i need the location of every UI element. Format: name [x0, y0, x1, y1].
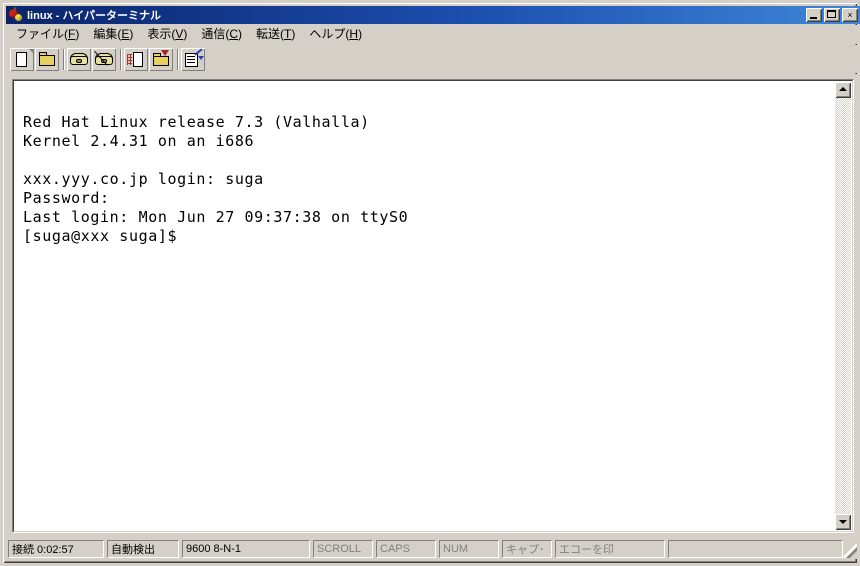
new-connection-button[interactable] [10, 47, 34, 71]
phone-dial-icon [67, 48, 91, 71]
toolbar-separator-3 [174, 48, 181, 71]
resize-grip[interactable] [843, 544, 857, 558]
receive-file-icon [149, 48, 173, 71]
menu-edit[interactable]: 編集(E) [86, 26, 140, 43]
status-caps-indicator: CAPS [376, 540, 436, 558]
status-echo-indicator: エコーを印 [555, 540, 665, 558]
status-scroll-indicator: SCROLL [313, 540, 373, 558]
status-num-indicator: NUM [439, 540, 499, 558]
maximize-button[interactable] [824, 8, 840, 22]
minimize-button[interactable] [806, 8, 822, 22]
toolbar [7, 45, 859, 73]
call-button[interactable] [67, 47, 91, 71]
open-folder-icon [35, 48, 59, 71]
receive-file-button[interactable] [149, 47, 173, 71]
terminal-output: Red Hat Linux release 7.3 (Valhalla) Ker… [23, 113, 409, 245]
toolbar-separator-2 [117, 48, 124, 71]
scroll-down-icon [839, 520, 847, 524]
menu-file[interactable]: ファイル(F) [9, 26, 86, 43]
terminal-surface[interactable]: Red Hat Linux release 7.3 (Valhalla) Ker… [13, 80, 853, 532]
status-detection: 自動検出 [107, 540, 179, 558]
disconnect-button[interactable] [92, 47, 116, 71]
window-controls: × [806, 8, 858, 22]
status-bar: 接続 0:02:57 自動検出 9600 8-N-1 SCROLL CAPS N… [7, 537, 859, 559]
terminal-frame: Red Hat Linux release 7.3 (Valhalla) Ker… [12, 79, 854, 533]
client-area: Red Hat Linux release 7.3 (Valhalla) Ker… [7, 74, 859, 538]
vertical-scrollbar[interactable] [835, 82, 851, 530]
scrollbar-track[interactable] [835, 98, 851, 514]
open-connection-button[interactable] [35, 47, 59, 71]
minimize-icon [810, 17, 817, 19]
scroll-up-icon [839, 87, 847, 91]
hyperterminal-window: linux - ハイパーターミナル × ファイル(F) 編集(E) 表示(V) … [0, 0, 860, 566]
phone-hangup-icon [92, 48, 116, 71]
hyperterminal-icon [8, 6, 24, 23]
send-file-button[interactable] [124, 47, 148, 71]
title-bar[interactable]: linux - ハイパーターミナル × [6, 6, 860, 24]
maximize-icon [827, 10, 836, 18]
menu-call[interactable]: 通信(C) [194, 26, 249, 43]
status-connection: 接続 0:02:57 [8, 540, 104, 558]
menu-view[interactable]: 表示(V) [140, 26, 194, 43]
close-icon: × [847, 9, 853, 20]
close-button[interactable]: × [842, 8, 858, 22]
status-filler [668, 540, 843, 558]
scroll-down-button[interactable] [835, 514, 851, 530]
status-line-settings: 9600 8-N-1 [182, 540, 310, 558]
new-document-icon [10, 48, 34, 71]
scroll-up-button[interactable] [835, 82, 851, 98]
menu-help[interactable]: ヘルプ(H) [302, 26, 369, 43]
window-title: linux - ハイパーターミナル [27, 10, 162, 22]
properties-button[interactable] [181, 47, 205, 71]
toolbar-separator-1 [60, 48, 67, 71]
send-file-icon [124, 48, 148, 71]
menu-transfer[interactable]: 転送(T) [249, 26, 302, 43]
menu-bar: ファイル(F) 編集(E) 表示(V) 通信(C) 転送(T) ヘルプ(H) [7, 25, 859, 44]
status-capture-indicator: キャプ･ [502, 540, 552, 558]
properties-icon [181, 47, 205, 71]
